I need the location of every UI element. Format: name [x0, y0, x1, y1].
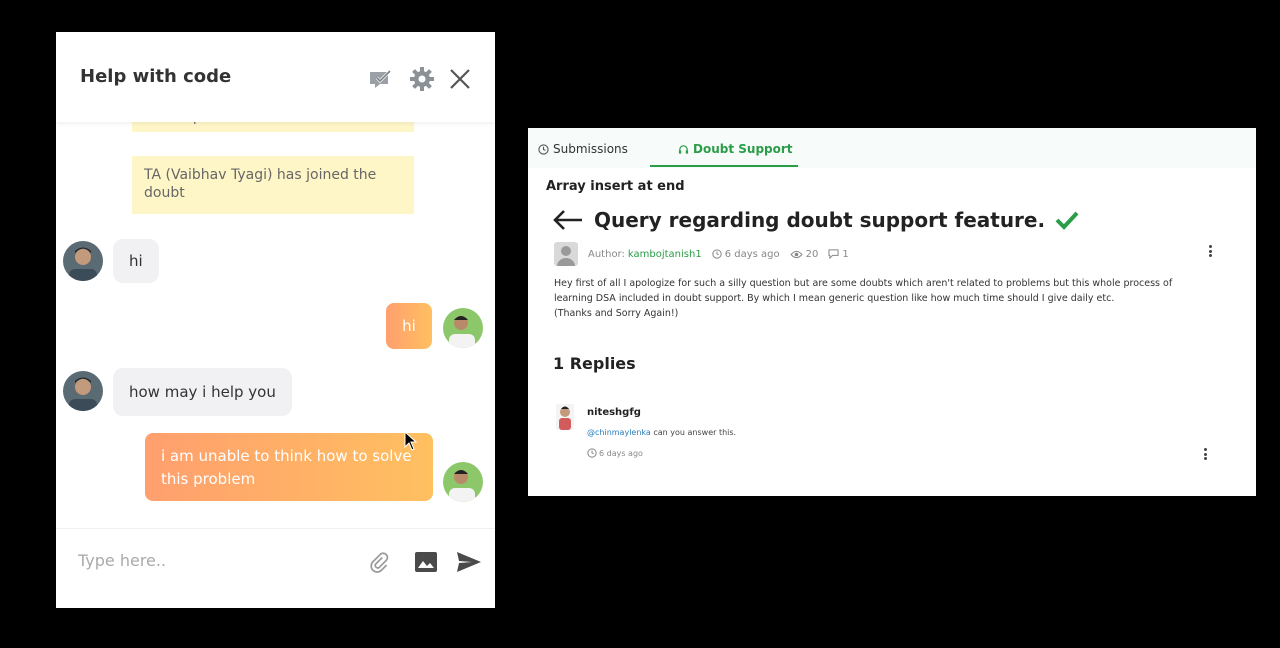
reply-avatar [556, 404, 574, 430]
close-icon[interactable] [447, 66, 473, 92]
mouse-cursor-icon [404, 431, 418, 451]
question-body-line: (Thanks and Sorry Again!) [554, 308, 679, 319]
view-count: 20 [790, 248, 819, 260]
ta-avatar [63, 371, 103, 411]
tab-bar: Submissions Doubt Support [528, 128, 1256, 168]
check-icon [1055, 211, 1079, 230]
problem-name: Array insert at end [546, 179, 685, 194]
question-body-line: Hey first of all I apologize for such a … [554, 278, 1173, 289]
chat-panel: Help with code will respond soon TA (Vai… [56, 32, 495, 608]
reply-text: @chinmaylenka can you answer this. [587, 428, 736, 437]
message-incoming: hi [113, 239, 159, 283]
send-icon[interactable] [456, 549, 482, 575]
replies-heading: 1 Replies [553, 354, 636, 373]
author-label: Author: [588, 248, 625, 260]
author-link[interactable]: kambojtanish1 [628, 249, 702, 260]
post-time: 6 days ago [712, 249, 780, 260]
tab-doubt-support[interactable]: Doubt Support [678, 142, 793, 156]
question-header: Query regarding doubt support feature. [552, 208, 1079, 232]
message-input[interactable] [76, 541, 360, 579]
reply-time-text: 6 days ago [599, 448, 643, 458]
message-outgoing: hi [386, 303, 432, 349]
comment-count-text: 1 [842, 248, 849, 260]
message-outgoing: i am unable to think how to solve this p… [145, 433, 433, 501]
chat-messages: will respond soon TA (Vaibhav Tyagi) has… [56, 116, 495, 526]
tab-label: Submissions [553, 142, 628, 156]
question-meta: Author: kambojtanish1 6 days ago 20 1 [554, 242, 859, 266]
chat-title: Help with code [80, 66, 232, 87]
tab-submissions[interactable]: Submissions [538, 142, 628, 156]
view-count-text: 20 [805, 248, 819, 260]
chat-composer [56, 528, 495, 608]
reply-more-menu[interactable] [1204, 448, 1208, 460]
active-tab-indicator [650, 165, 798, 167]
resolve-check-icon[interactable] [368, 66, 394, 92]
doubt-support-panel: Submissions Doubt Support Array insert a… [528, 128, 1256, 496]
question-more-menu[interactable] [1209, 245, 1213, 257]
author-avatar [554, 242, 578, 266]
message-incoming: how may i help you [113, 368, 292, 416]
reply-body: can you answer this. [653, 428, 737, 437]
author-info: Author: kambojtanish1 [588, 249, 702, 260]
question-body-line: learning DSA included in doubt support. … [554, 293, 1115, 304]
gear-icon[interactable] [409, 66, 435, 92]
question-title: Query regarding doubt support feature. [594, 208, 1046, 232]
reply-time: 6 days ago [587, 448, 643, 458]
comment-count: 1 [828, 248, 849, 260]
tab-label: Doubt Support [693, 142, 793, 156]
reply-author: niteshgfg [587, 407, 641, 418]
post-time-text: 6 days ago [724, 248, 780, 260]
system-message: TA (Vaibhav Tyagi) has joined the doubt [132, 156, 414, 214]
user-avatar [443, 308, 483, 348]
attachment-icon[interactable] [367, 549, 393, 575]
user-avatar [443, 462, 483, 502]
ta-avatar [63, 241, 103, 281]
question-body: Hey first of all I apologize for such a … [554, 276, 1214, 321]
clock-icon [538, 143, 549, 155]
eye-icon [790, 250, 803, 258]
comment-icon [828, 249, 839, 259]
clock-icon [587, 448, 597, 458]
clock-icon [712, 249, 722, 259]
chat-header: Help with code [56, 32, 495, 122]
reply-mention[interactable]: @chinmaylenka [587, 428, 651, 437]
back-arrow-icon[interactable] [552, 209, 584, 231]
image-icon[interactable] [413, 549, 439, 575]
headset-icon [678, 144, 689, 154]
